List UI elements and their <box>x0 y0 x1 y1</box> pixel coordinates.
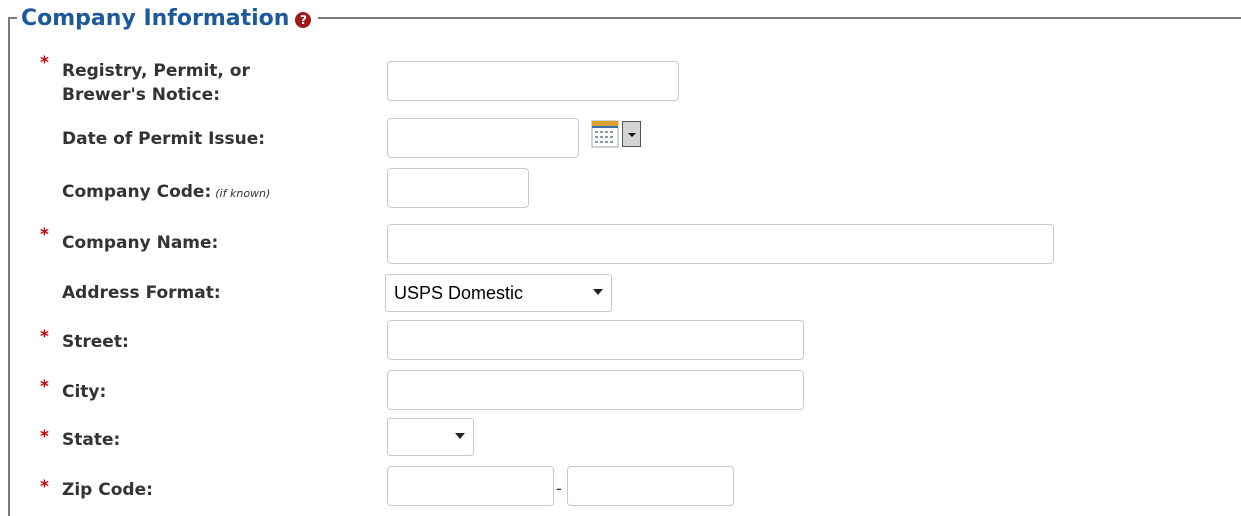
chevron-down-icon <box>455 433 465 439</box>
address-format-value: USPS Domestic <box>394 282 524 303</box>
registry-input[interactable] <box>387 61 679 101</box>
city-label: City: <box>62 382 107 402</box>
company-name-label: Company Name: <box>62 233 219 253</box>
registry-label: Registry, Permit, or Brewer's Notice: <box>62 59 250 107</box>
chevron-down-icon <box>593 289 603 295</box>
address-format-label: Address Format: <box>62 283 221 303</box>
company-code-input[interactable] <box>387 168 529 208</box>
company-code-label-text: Company Code: <box>62 182 212 202</box>
street-input[interactable] <box>387 320 804 360</box>
city-input[interactable] <box>387 370 804 410</box>
registry-label-line2: Brewer's Notice: <box>62 85 220 105</box>
state-label: State: <box>62 430 121 450</box>
required-marker: * <box>40 477 49 497</box>
company-code-hint: (if known) <box>215 187 271 200</box>
registry-label-line1: Registry, Permit, or <box>62 61 250 81</box>
zip-separator: - <box>556 479 562 498</box>
zip-input[interactable] <box>387 466 554 506</box>
chevron-down-icon <box>628 133 636 137</box>
required-marker: * <box>40 327 49 347</box>
required-marker: * <box>40 53 49 73</box>
fieldset-left-border <box>8 17 10 516</box>
zip-extension-input[interactable] <box>567 466 734 506</box>
company-name-input[interactable] <box>387 224 1054 264</box>
state-select[interactable] <box>387 418 474 456</box>
required-marker: * <box>40 225 49 245</box>
zip-label: Zip Code: <box>62 480 153 500</box>
permit-date-input[interactable] <box>387 118 579 158</box>
company-code-label: Company Code: (if known) <box>62 180 270 206</box>
help-icon[interactable]: ? <box>295 11 312 28</box>
section-title: Company Information <box>21 5 290 31</box>
street-label: Street: <box>62 332 129 352</box>
required-marker: * <box>40 427 49 447</box>
calendar-dropdown-button[interactable] <box>622 121 641 147</box>
required-marker: * <box>40 377 49 397</box>
calendar-icon[interactable] <box>591 120 619 148</box>
section-legend: Company Information ? <box>17 2 319 34</box>
address-format-select[interactable]: USPS Domestic <box>385 274 612 312</box>
permit-date-label: Date of Permit Issue: <box>62 129 266 149</box>
